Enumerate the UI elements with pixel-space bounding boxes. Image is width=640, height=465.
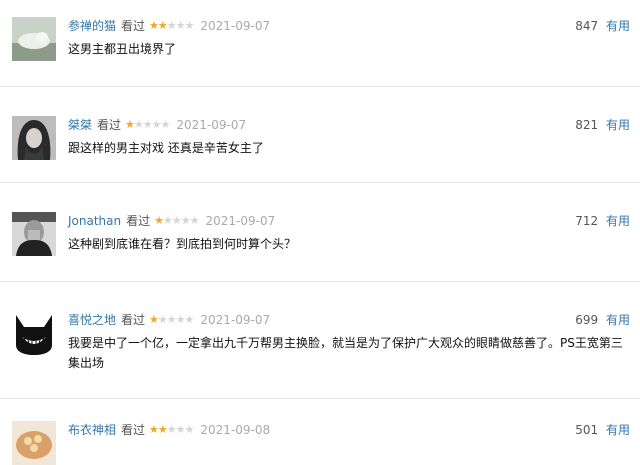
star-empty-icon: ★: [175, 19, 186, 32]
divider: [0, 398, 640, 399]
star-filled-icon: ★: [149, 423, 159, 436]
vote-count: 847: [575, 19, 599, 33]
username-link[interactable]: 布衣神相: [68, 421, 116, 439]
star-empty-icon: ★: [142, 118, 153, 131]
divider: [0, 281, 640, 282]
star-empty-icon: ★: [184, 313, 195, 326]
star-empty-icon: ★: [133, 118, 144, 131]
star-empty-icon: ★: [160, 118, 171, 131]
star-empty-icon: ★: [184, 19, 195, 32]
star-empty-icon: ★: [180, 214, 191, 227]
divider: [0, 86, 640, 87]
star-empty-icon: ★: [166, 423, 177, 436]
vote-count: 821: [575, 118, 599, 132]
avatar[interactable]: [12, 212, 56, 256]
star-empty-icon: ★: [184, 423, 195, 436]
review-text: 我要是中了一个亿，一定拿出九千万帮男主换脸，就当是为了保护广大观众的眼睛做慈善了…: [68, 336, 623, 370]
review-date: 2021-09-07: [200, 313, 271, 327]
star-empty-icon: ★: [166, 19, 177, 32]
useful-button[interactable]: 有用: [606, 19, 630, 33]
useful-button[interactable]: 有用: [606, 118, 630, 132]
watched-status: 看过: [97, 118, 122, 132]
star-filled-icon: ★: [157, 423, 168, 436]
star-filled-icon: ★: [125, 118, 135, 131]
review-meta: Jonathan 看过 ★★★★★ 2021-09-07: [68, 212, 275, 230]
review-text: 这种剧到底谁在看？到底拍到何时算个头？: [68, 237, 297, 251]
watched-status: 看过: [126, 214, 151, 228]
star-empty-icon: ★: [151, 118, 162, 131]
avatar[interactable]: [12, 311, 56, 355]
vote-count: 501: [575, 423, 599, 437]
review-text: 这男主都丑出境界了: [68, 42, 177, 56]
rating-stars: ★★★★★: [149, 17, 195, 35]
review-date: 2021-09-07: [205, 214, 276, 228]
username-link[interactable]: 喜悦之地: [68, 311, 116, 329]
star-empty-icon: ★: [166, 313, 177, 326]
star-empty-icon: ★: [157, 313, 168, 326]
star-filled-icon: ★: [154, 214, 164, 227]
username-link[interactable]: 参禅的猫: [68, 17, 116, 35]
watched-status: 看过: [121, 19, 146, 33]
star-empty-icon: ★: [175, 313, 186, 326]
star-empty-icon: ★: [189, 214, 200, 227]
avatar[interactable]: [12, 421, 56, 465]
rating-stars: ★★★★★: [149, 421, 195, 439]
vote-area: 821 有用: [575, 116, 630, 134]
star-filled-icon: ★: [149, 19, 159, 32]
review-meta: 桀桀 看过 ★★★★★ 2021-09-07: [68, 116, 246, 134]
username-link[interactable]: 桀桀: [68, 116, 92, 134]
vote-count: 699: [575, 313, 599, 327]
useful-button[interactable]: 有用: [606, 214, 630, 228]
divider: [0, 182, 640, 183]
vote-count: 712: [575, 214, 599, 228]
avatar[interactable]: [12, 116, 56, 160]
vote-area: 712 有用: [575, 212, 630, 230]
watched-status: 看过: [121, 313, 146, 327]
vote-area: 847 有用: [575, 17, 630, 35]
review-date: 2021-09-07: [200, 19, 271, 33]
useful-button[interactable]: 有用: [606, 423, 630, 437]
star-empty-icon: ★: [171, 214, 182, 227]
rating-stars: ★★★★★: [154, 212, 200, 230]
vote-area: 501 有用: [575, 421, 630, 439]
review-meta: 喜悦之地 看过 ★★★★★ 2021-09-07: [68, 311, 270, 329]
username-link[interactable]: Jonathan: [68, 212, 121, 230]
review-meta: 布衣神相 看过 ★★★★★ 2021-09-08: [68, 421, 270, 439]
review-date: 2021-09-07: [176, 118, 247, 132]
useful-button[interactable]: 有用: [606, 313, 630, 327]
watched-status: 看过: [121, 423, 146, 437]
rating-stars: ★★★★★: [125, 116, 171, 134]
star-empty-icon: ★: [175, 423, 186, 436]
review-text: 跟这样的男主对戏 还真是辛苦女主了: [68, 141, 264, 155]
review-date: 2021-09-08: [200, 423, 271, 437]
star-filled-icon: ★: [157, 19, 168, 32]
avatar[interactable]: [12, 17, 56, 61]
star-empty-icon: ★: [163, 214, 173, 227]
rating-stars: ★★★★★: [149, 311, 195, 329]
star-filled-icon: ★: [149, 313, 159, 326]
review-meta: 参禅的猫 看过 ★★★★★ 2021-09-07: [68, 17, 270, 35]
vote-area: 699 有用: [575, 311, 630, 329]
